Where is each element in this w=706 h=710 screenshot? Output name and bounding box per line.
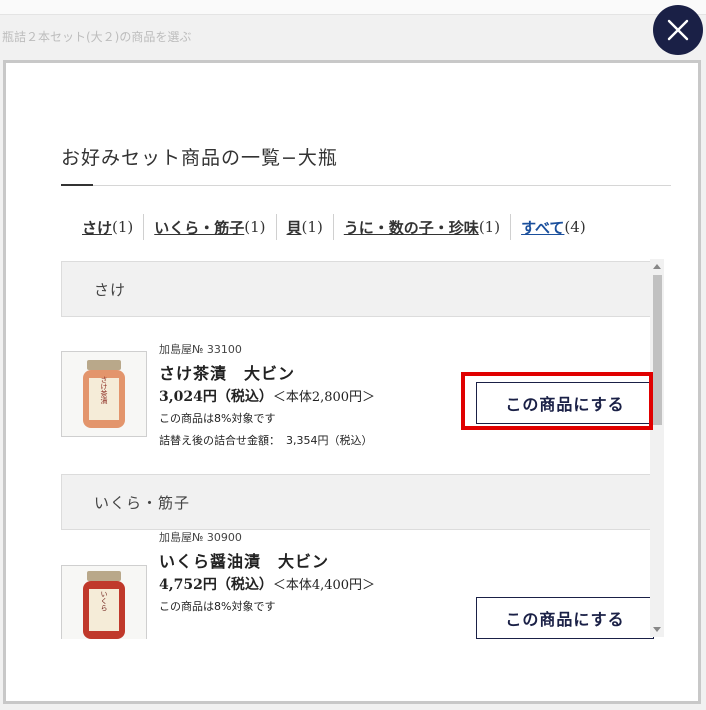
product-name: さけ茶漬 大ビン [159,364,296,383]
tab-count: (1) [244,218,266,236]
product-price: 4,752円（税込）＜本体4,400円＞ [159,574,375,594]
tab-ikura-sujiko[interactable]: いくら・筋子 (1) [143,214,275,240]
price-base: ＜本体4,400円＞ [272,578,376,593]
tab-count: (1) [112,218,134,236]
product-code: 加島屋№ 33100 [159,343,242,356]
product-info: 加島屋№ 30900 いくら醤油漬 大ビン 4,752円（税込）＜本体4,400… [159,529,375,614]
jar-image: いくら [83,571,125,639]
price-incl-tax: 4,752円（税込） [159,577,273,593]
tab-label[interactable]: さけ [82,217,112,238]
close-button[interactable] [653,5,703,55]
set-total-label: 詰替え後の詰合せ金額： [159,434,280,447]
product-select-modal: お好みセット商品の一覧−大瓶 さけ (1) いくら・筋子 (1) 貝 (1) う… [3,60,701,704]
tab-label[interactable]: うに・数の子・珍味 [344,217,479,238]
background-header [0,0,706,15]
product-name: いくら醤油漬 大ビン [159,552,330,571]
background-title: 瓶詰２本セット(大２)の商品を選ぶ [2,30,192,44]
product-price: 3,024円（税込）＜本体2,800円＞ [159,386,375,406]
tab-label[interactable]: すべて [521,217,564,238]
modal-title: お好みセット商品の一覧−大瓶 [61,147,338,169]
tab-count: (1) [478,218,501,236]
select-product-button[interactable]: この商品にする [476,382,654,424]
close-icon [667,19,689,41]
section-heading-sake: さけ [61,261,652,317]
list-scrollbar[interactable] [650,259,664,637]
set-total-value: 3,354円（税込） [286,434,373,447]
title-divider-accent [61,184,93,186]
product-code: 加島屋№ 30900 [159,531,242,544]
set-total: 詰替え後の詰合せ金額： 3,354円（税込） [159,432,375,448]
price-base: ＜本体2,800円＞ [272,390,376,405]
category-tabs: さけ (1) いくら・筋子 (1) 貝 (1) うに・数の子・珍味 (1) すべ… [74,214,596,240]
tab-shellfish[interactable]: 貝 (1) [275,214,333,240]
price-incl-tax: 3,024円（税込） [159,389,273,405]
product-image: いくら [61,565,147,639]
product-list: さけ さけ茶漬 加島屋№ 33100 さけ茶漬 大ビン 3,024円（税込）＜本… [61,261,669,639]
tab-label[interactable]: 貝 [287,217,302,238]
section-heading-label: いくら・筋子 [94,494,191,512]
jar-label: さけ茶漬 [100,376,108,405]
scroll-down-arrow-icon[interactable] [653,627,661,632]
jar-label: いくら [100,591,108,612]
product-info: 加島屋№ 33100 さけ茶漬 大ビン 3,024円（税込）＜本体2,800円＞… [159,341,375,448]
tab-uni-kazunoko-chinmi[interactable]: うに・数の子・珍味 (1) [332,214,510,240]
tab-label[interactable]: いくら・筋子 [154,217,244,238]
tab-sake[interactable]: さけ (1) [74,214,143,240]
tab-count: (4) [564,218,586,236]
title-divider [61,185,671,186]
tab-all[interactable]: すべて (4) [510,214,596,240]
product-image: さけ茶漬 [61,351,147,437]
select-product-button[interactable]: この商品にする [476,597,654,639]
scroll-up-arrow-icon[interactable] [653,264,661,269]
tax-note: この商品は8%対象です [159,600,276,613]
scroll-thumb[interactable] [653,275,662,425]
section-heading-ikura-sujiko: いくら・筋子 [61,474,652,530]
tax-note: この商品は8%対象です [159,412,276,425]
jar-image: さけ茶漬 [83,360,125,428]
tab-count: (1) [301,218,323,236]
section-heading-label: さけ [94,281,127,299]
